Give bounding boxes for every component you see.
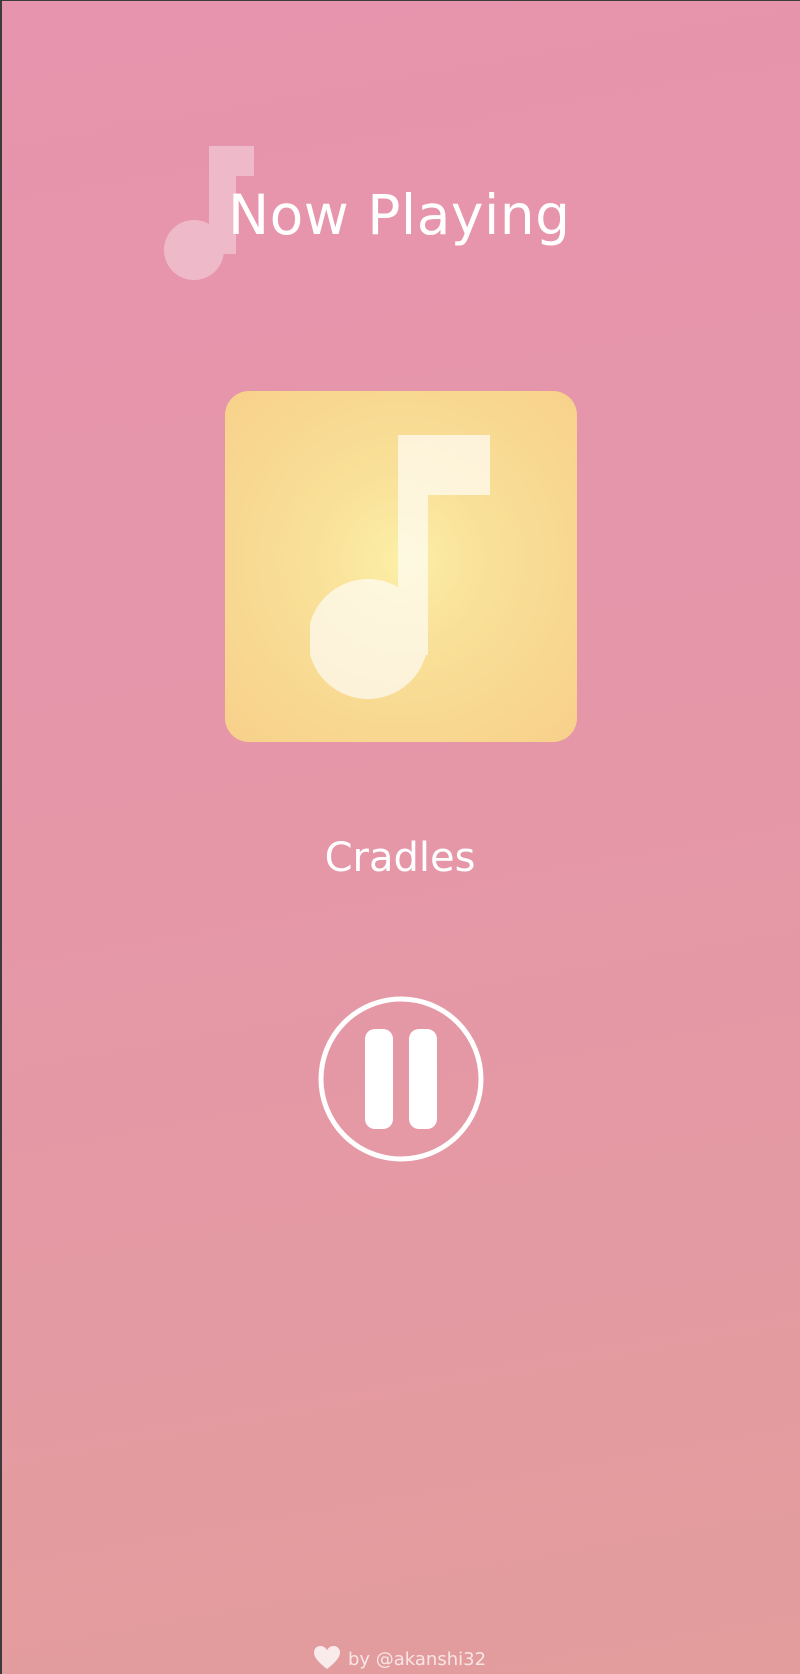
page-header: Now Playing	[160, 140, 640, 280]
footer-credit-text[interactable]: by @akanshi32	[348, 1649, 486, 1670]
album-art	[225, 391, 577, 742]
pause-button[interactable]	[317, 995, 485, 1163]
window-top-border	[0, 0, 800, 1]
music-note-icon	[310, 435, 490, 699]
page-title: Now Playing	[228, 183, 571, 247]
footer-credit: by @akanshi32	[0, 1646, 800, 1674]
pause-icon	[318, 996, 484, 1162]
heart-icon	[313, 1646, 340, 1669]
track-title: Cradles	[324, 835, 476, 881]
